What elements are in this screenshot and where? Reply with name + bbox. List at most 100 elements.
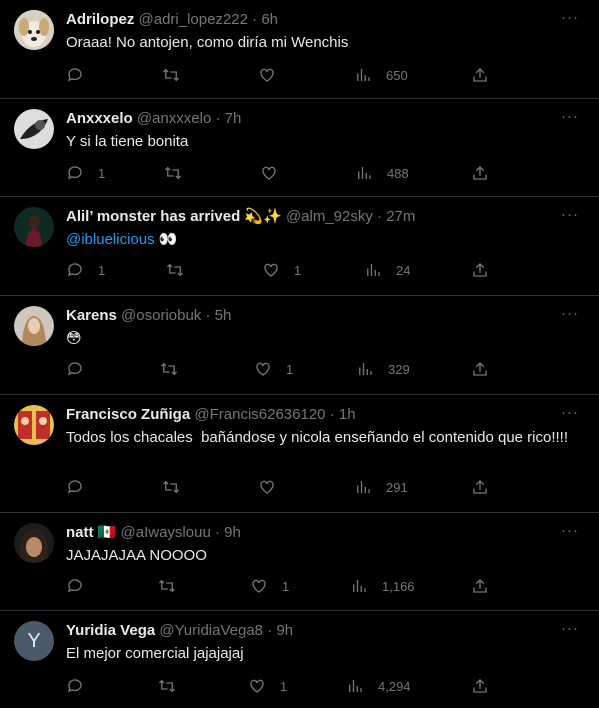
display-name[interactable]: Francisco Zuñiga [66, 406, 190, 423]
reply-button[interactable]: 1 [66, 164, 105, 182]
share-icon [473, 480, 487, 494]
views-icon [358, 167, 371, 179]
timestamp[interactable]: 5h [215, 307, 232, 324]
reply-button[interactable] [66, 66, 98, 84]
reply-button[interactable] [66, 577, 98, 595]
display-name[interactable]: Karens [66, 307, 117, 324]
reply-button[interactable] [66, 360, 98, 378]
tweet-header: Francisco Zuñiga @Francis62636120 · 1h [66, 405, 559, 425]
avatar-letter: Y [14, 621, 54, 661]
user-handle[interactable]: @Francis62636120 [194, 406, 325, 423]
avatar[interactable] [14, 306, 54, 346]
more-icon[interactable]: ··· [561, 109, 579, 125]
more-icon[interactable]: ··· [561, 306, 579, 322]
avatar[interactable] [14, 405, 54, 445]
tweet[interactable]: Anxxxelo @anxxxelo · 7h ··· Y si la tien… [0, 99, 599, 197]
timestamp[interactable]: 27m [386, 208, 415, 225]
views-button[interactable]: 4,294 [346, 677, 411, 695]
timestamp[interactable]: 6h [261, 11, 278, 28]
like-button[interactable] [258, 478, 290, 496]
display-name[interactable]: natt 🇲🇽 [66, 524, 116, 541]
retweet-icon [159, 579, 175, 593]
views-icon [357, 481, 370, 493]
heart-icon [250, 679, 264, 693]
separator-dot: · [377, 208, 383, 225]
like-button[interactable]: 1 [262, 261, 301, 279]
more-icon[interactable]: ··· [561, 405, 579, 421]
avatar[interactable] [14, 109, 54, 149]
reply-button[interactable]: 1 [66, 261, 105, 279]
views-icon [353, 580, 366, 592]
action-bar: 1 4,294 [66, 677, 489, 697]
display-name[interactable]: Anxxxelo [66, 110, 133, 127]
retweet-button[interactable] [158, 677, 176, 695]
reply-button[interactable] [66, 478, 98, 496]
views-button[interactable]: 24 [364, 261, 410, 279]
retweet-button[interactable] [166, 261, 184, 279]
views-button[interactable]: 291 [354, 478, 408, 496]
like-button[interactable]: 1 [250, 577, 289, 595]
tweet[interactable]: Francisco Zuñiga @Francis62636120 · 1h ·… [0, 395, 599, 513]
retweet-button[interactable] [162, 66, 180, 84]
timestamp[interactable]: 9h [276, 622, 293, 639]
display-name[interactable]: Adrilopez [66, 11, 134, 28]
display-name[interactable]: Alil’ monster has arrived 💫✨ [66, 208, 282, 225]
user-handle[interactable]: @alm_92sky [286, 208, 373, 225]
avatar[interactable] [14, 10, 54, 50]
user-handle[interactable]: @YuridiaVega8 [159, 622, 263, 639]
retweet-button[interactable] [162, 478, 180, 496]
reply-icon [67, 68, 82, 82]
tweet[interactable]: natt 🇲🇽 @aIwayslouu · 9h ··· JAJAJAJAA N… [0, 513, 599, 611]
views-button[interactable]: 329 [356, 360, 410, 378]
share-button[interactable] [471, 478, 489, 501]
tweet-text-suffix: 👀 [154, 231, 178, 248]
display-name[interactable]: Yuridia Vega [66, 622, 155, 639]
timestamp[interactable]: 1h [339, 406, 356, 423]
timestamp[interactable]: 9h [224, 524, 241, 541]
mention-link[interactable]: @ibluelicious [66, 231, 155, 248]
retweet-button[interactable] [164, 164, 182, 182]
more-icon[interactable]: ··· [561, 207, 579, 223]
views-button[interactable]: 488 [355, 164, 409, 182]
like-button[interactable] [260, 164, 292, 182]
tweet[interactable]: Y Yuridia Vega @YuridiaVega8 · 9h ··· El… [0, 611, 599, 708]
reply-icon [67, 579, 82, 593]
share-button[interactable] [471, 677, 489, 700]
views-icon [367, 264, 380, 276]
user-handle[interactable]: @adri_lopez222 [139, 11, 248, 28]
retweet-button[interactable] [160, 360, 178, 378]
share-button[interactable] [471, 66, 489, 89]
like-button[interactable]: 1 [254, 360, 293, 378]
timestamp[interactable]: 7h [225, 110, 242, 127]
retweet-icon [163, 68, 179, 82]
user-handle[interactable]: @anxxxelo [137, 110, 211, 127]
more-icon[interactable]: ··· [561, 523, 579, 539]
avatar[interactable] [14, 523, 54, 563]
views-button[interactable]: 650 [354, 66, 408, 84]
tweet-text: @ibluelicious 👀 [66, 229, 569, 250]
like-button[interactable] [258, 66, 290, 84]
like-count: 1 [280, 678, 288, 694]
tweet[interactable]: Karens @osoriobuk · 5h ··· 😳 1 329 [0, 296, 599, 395]
tweet-header: Anxxxelo @anxxxelo · 7h [66, 109, 559, 129]
tweet[interactable]: Alil’ monster has arrived 💫✨ @alm_92sky … [0, 197, 599, 296]
view-count: 24 [396, 262, 411, 278]
tweet[interactable]: Adrilopez @adri_lopez222 · 6h ··· Oraaa!… [0, 0, 599, 99]
reply-button[interactable] [66, 677, 98, 695]
user-handle[interactable]: @osoriobuk [121, 307, 201, 324]
share-button[interactable] [471, 360, 489, 383]
retweet-button[interactable] [158, 577, 176, 595]
like-button[interactable]: 1 [248, 677, 287, 695]
avatar[interactable]: Y [14, 621, 54, 661]
share-button[interactable] [471, 164, 489, 187]
more-icon[interactable]: ··· [561, 10, 579, 26]
reply-count: 1 [98, 262, 106, 278]
more-icon[interactable]: ··· [561, 621, 579, 637]
views-icon [349, 680, 362, 692]
views-button[interactable]: 1,166 [350, 577, 415, 595]
avatar[interactable] [14, 207, 54, 247]
action-bar: 1 488 [66, 164, 489, 184]
share-button[interactable] [471, 577, 489, 600]
share-button[interactable] [471, 261, 489, 284]
user-handle[interactable]: @aIwayslouu [121, 524, 211, 541]
